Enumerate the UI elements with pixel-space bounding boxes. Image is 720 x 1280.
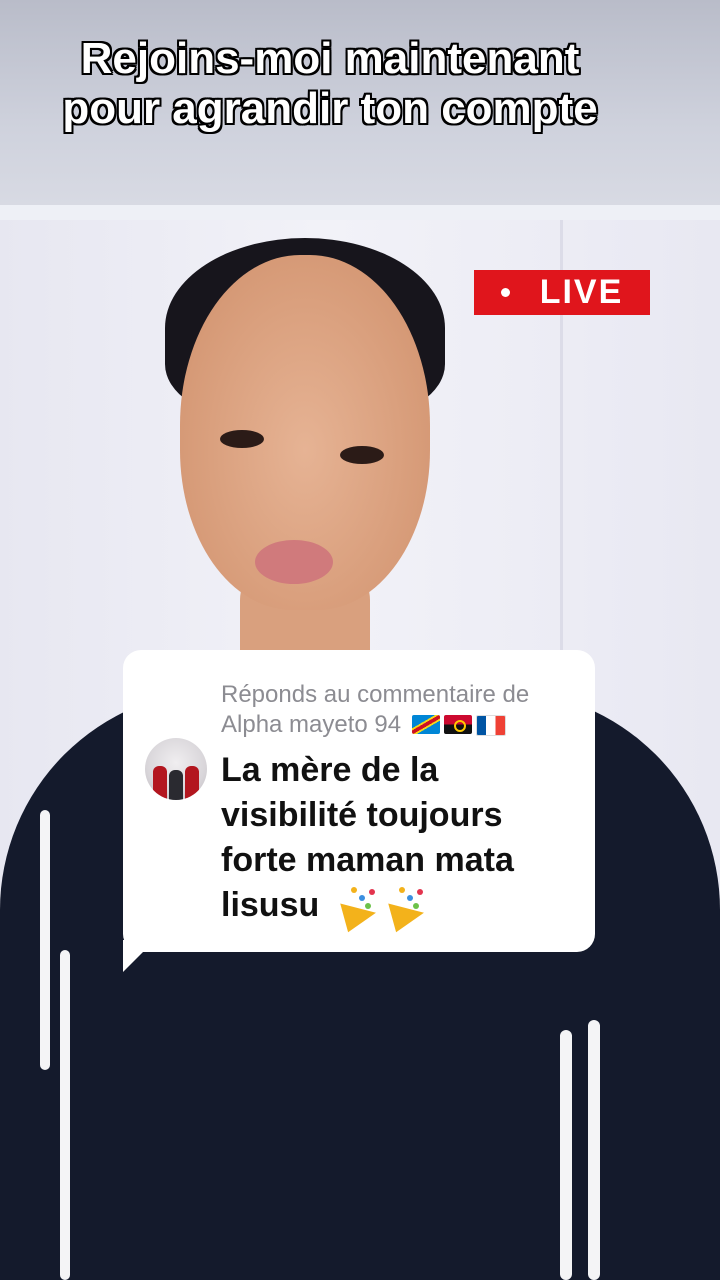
username-flags	[411, 715, 506, 737]
person-eye-left	[220, 430, 264, 448]
flag-congo-drc-icon	[411, 715, 440, 735]
flag-angola-icon	[443, 715, 472, 735]
commenter-avatar[interactable]	[145, 738, 207, 800]
live-label: LIVE	[539, 273, 624, 311]
avatar-figure	[153, 766, 167, 800]
shirt-stripe	[588, 1020, 600, 1280]
headline-overlay: Rejoins-moi maintenant pour agrandir ton…	[0, 34, 660, 134]
comment-reply-card[interactable]: Réponds au commentaire de Alpha mayeto 9…	[123, 650, 595, 952]
reply-comment: La mère de la visibilité toujours forte …	[221, 748, 581, 928]
headline-line-1: Rejoins-moi maintenant	[80, 34, 580, 83]
reply-header-prefix: Réponds au commentaire de	[221, 681, 530, 708]
shirt-stripe	[560, 1030, 572, 1280]
party-popper-icon	[381, 889, 425, 925]
video-frame[interactable]	[0, 0, 720, 1280]
live-dot-icon	[500, 288, 510, 297]
person-eye-right	[340, 446, 384, 464]
avatar-figure	[169, 770, 183, 800]
live-badge[interactable]: LIVE	[474, 270, 650, 315]
reply-header: Réponds au commentaire de Alpha mayeto 9…	[221, 680, 581, 740]
shirt-stripe	[60, 950, 70, 1280]
headline-line-2: pour agrandir ton compte	[62, 84, 598, 133]
avatar-figure	[185, 766, 199, 800]
reply-username[interactable]: Alpha mayeto 94	[221, 711, 401, 738]
flag-france-icon	[475, 715, 506, 737]
party-popper-icon	[333, 889, 377, 925]
person-lips	[255, 540, 333, 584]
shirt-stripe	[40, 810, 50, 1070]
